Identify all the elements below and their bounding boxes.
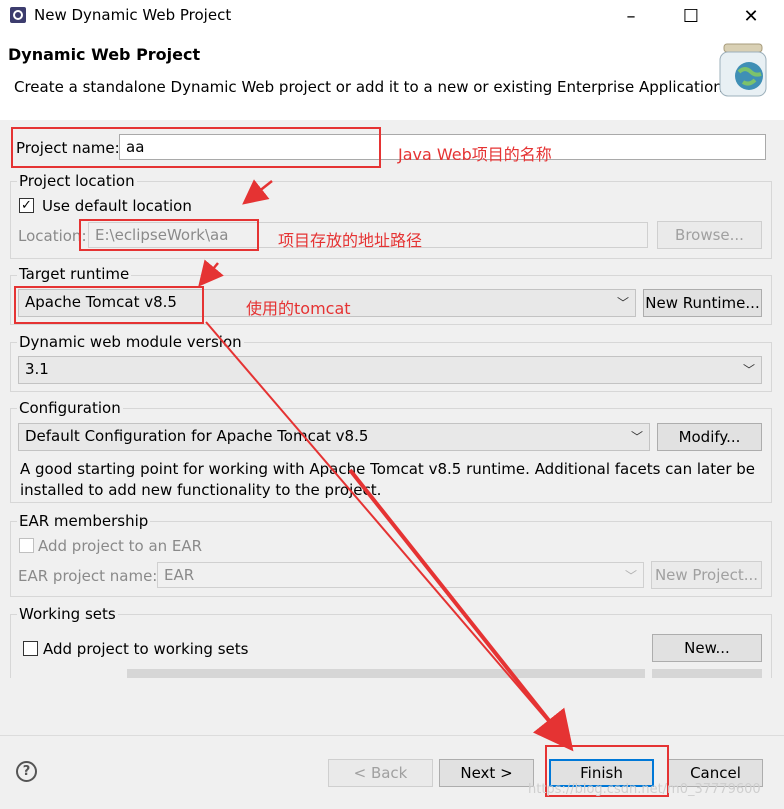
arrow-to-finish-thin [205,321,567,743]
arrow-to-finish-thick [348,468,574,752]
annotation-arrows [198,179,574,752]
arrow-to-runtime [198,259,224,287]
arrow-to-location [242,179,273,205]
